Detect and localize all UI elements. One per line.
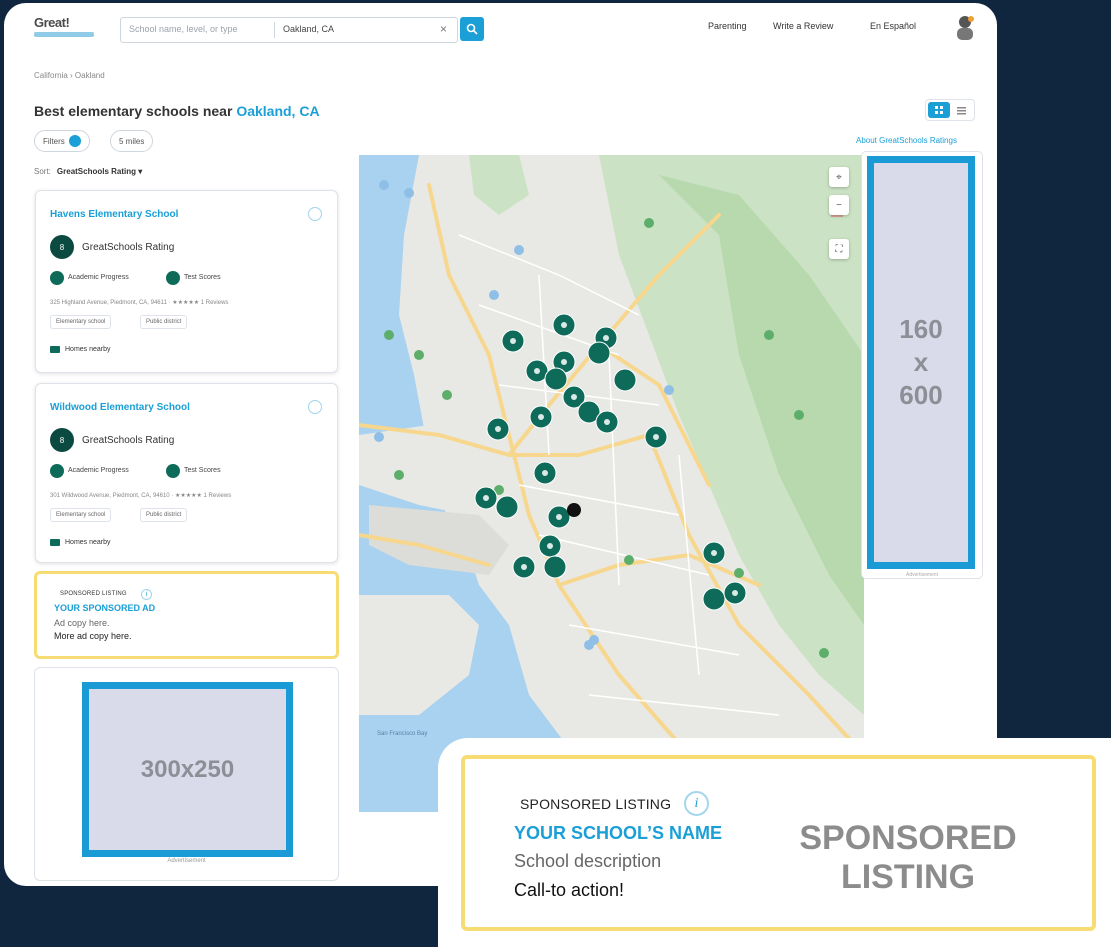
- school-address: 325 Highland Avenue, Piedmont, CA, 94611…: [50, 300, 229, 306]
- sponsored-heading-line-1: SPONSORED: [799, 819, 1017, 857]
- ad-slot-300x250: 300x250 Advertisement: [34, 667, 339, 881]
- page-title: Best elementary schools near Oakland, CA: [34, 103, 320, 119]
- locate-icon[interactable]: ⌖: [829, 167, 849, 187]
- sky-line-3: 600: [899, 380, 943, 410]
- sponsored-listing-heading: SPONSORED LISTING: [773, 819, 1043, 897]
- distance-label: 5 miles: [119, 136, 145, 146]
- school-name-link[interactable]: YOUR SCHOOL’S NAME: [514, 823, 722, 844]
- school-tag: Elementary school: [50, 315, 112, 329]
- sort-control[interactable]: Sort: GreatSchools Rating ▾: [34, 167, 142, 176]
- title-location-link[interactable]: Oakland, CA: [236, 103, 319, 119]
- grid-icon: [935, 106, 943, 114]
- search-button[interactable]: [460, 17, 484, 41]
- test-scores-label: Test Scores: [184, 467, 221, 474]
- school-tag: Public district: [140, 315, 188, 329]
- call-to-action[interactable]: Call-to action!: [514, 880, 624, 901]
- search-icon: [466, 23, 478, 35]
- logo-text: Great!: [34, 15, 70, 30]
- info-icon[interactable]: i: [684, 791, 709, 816]
- homes-nearby-link[interactable]: Homes nearby: [50, 346, 111, 353]
- map-canvas: San Francisco Bay: [359, 155, 864, 812]
- school-address: 301 Wildwood Avenue, Piedmont, CA, 94610…: [50, 493, 232, 499]
- sort-label: Sort:: [34, 167, 51, 176]
- save-heart-icon[interactable]: [308, 400, 322, 414]
- list-view-button[interactable]: [954, 104, 968, 116]
- academic-progress-icon: [50, 464, 64, 478]
- zoom-out-icon[interactable]: −: [829, 195, 849, 215]
- nav-parenting[interactable]: Parenting: [708, 21, 747, 31]
- search-divider: [274, 22, 275, 38]
- filters-label: Filters: [43, 136, 65, 146]
- rating-badge: 8: [50, 235, 74, 259]
- ad-placeholder-300x250[interactable]: 300x250: [82, 682, 293, 857]
- distance-dropdown[interactable]: 5 miles: [110, 130, 154, 152]
- location-input[interactable]: Oakland, CA: [283, 24, 334, 34]
- rating-label: GreatSchools Rating: [82, 435, 175, 446]
- sponsored-listing-card[interactable]: SPONSORED LISTING i YOUR SPONSORED AD Ad…: [34, 571, 339, 659]
- school-card[interactable]: Wildwood Elementary School 8 GreatSchool…: [35, 383, 338, 563]
- homes-nearby-label: Homes nearby: [65, 346, 111, 353]
- homes-nearby-label: Homes nearby: [65, 539, 111, 546]
- sponsored-listing-callout: SPONSORED LISTING i YOUR SCHOOL’S NAME S…: [438, 738, 1111, 947]
- nav-write-review[interactable]: Write a Review: [773, 21, 833, 31]
- fullscreen-icon[interactable]: ⛶: [829, 239, 849, 259]
- homes-nearby-link[interactable]: Homes nearby: [50, 539, 111, 546]
- search-bar: School name, level, or type Oakland, CA …: [120, 17, 458, 43]
- sponsored-ad-title[interactable]: YOUR SPONSORED AD: [54, 603, 155, 613]
- info-icon[interactable]: i: [141, 589, 152, 600]
- sky-line-2: x: [913, 347, 929, 377]
- house-icon: [50, 346, 60, 353]
- school-name-link[interactable]: Havens Elementary School: [50, 209, 178, 220]
- academic-progress-icon: [50, 271, 64, 285]
- academic-progress-label: Academic Progress: [68, 274, 129, 281]
- test-scores-label: Test Scores: [184, 274, 221, 281]
- filter-count-badge: [68, 135, 81, 147]
- sort-value: GreatSchools Rating ▾: [56, 167, 143, 176]
- rating-badge: 8: [50, 428, 74, 452]
- sponsored-ad-copy: Ad copy here.: [54, 618, 110, 628]
- academic-progress-label: Academic Progress: [68, 467, 129, 474]
- title-prefix: Best elementary schools near: [34, 103, 237, 119]
- list-icon: [956, 106, 966, 114]
- schools-map[interactable]: San Francisco Bay ⌖ − ⛶: [359, 155, 864, 812]
- sponsored-heading-line-2: LISTING: [840, 858, 976, 896]
- sponsored-label: SPONSORED LISTING: [520, 796, 672, 812]
- view-toggle: [925, 99, 975, 121]
- nav-espanol[interactable]: En Español: [870, 21, 916, 31]
- avatar[interactable]: [954, 14, 976, 40]
- filters-button[interactable]: Filters: [34, 130, 90, 152]
- breadcrumb[interactable]: California › Oakland: [34, 71, 105, 80]
- greatschools-logo[interactable]: Great!: [34, 15, 98, 41]
- school-card[interactable]: Havens Elementary School 8 GreatSchools …: [35, 190, 338, 373]
- house-icon: [50, 539, 60, 546]
- advertisement-label: Advertisement: [906, 572, 938, 578]
- water-label: San Francisco Bay: [377, 731, 427, 737]
- test-scores-icon: [166, 271, 180, 285]
- logo-underline: [34, 32, 94, 37]
- rating-label: GreatSchools Rating: [82, 242, 175, 253]
- ad-placeholder-160x600[interactable]: 160 x 600: [867, 156, 975, 569]
- clear-icon[interactable]: ×: [440, 22, 447, 36]
- sponsored-listing-frame[interactable]: SPONSORED LISTING i YOUR SCHOOL’S NAME S…: [461, 755, 1096, 931]
- sponsored-label: SPONSORED LISTING: [60, 591, 127, 597]
- save-heart-icon[interactable]: [308, 207, 322, 221]
- school-tag: Public district: [140, 508, 188, 522]
- school-name-link[interactable]: Wildwood Elementary School: [50, 402, 190, 413]
- ad-slot-160x600: 160 x 600 Advertisement: [861, 151, 983, 579]
- sky-line-1: 160: [899, 314, 943, 344]
- about-ratings-link[interactable]: About GreatSchools Ratings: [856, 136, 957, 145]
- school-tag: Elementary school: [50, 508, 112, 522]
- school-search-input[interactable]: School name, level, or type: [129, 24, 238, 34]
- school-description: School description: [514, 851, 662, 871]
- advertisement-label: Advertisement: [167, 858, 206, 864]
- list-map-view-button[interactable]: [928, 102, 950, 118]
- test-scores-icon: [166, 464, 180, 478]
- sponsored-ad-copy-2: More ad copy here.: [54, 631, 132, 641]
